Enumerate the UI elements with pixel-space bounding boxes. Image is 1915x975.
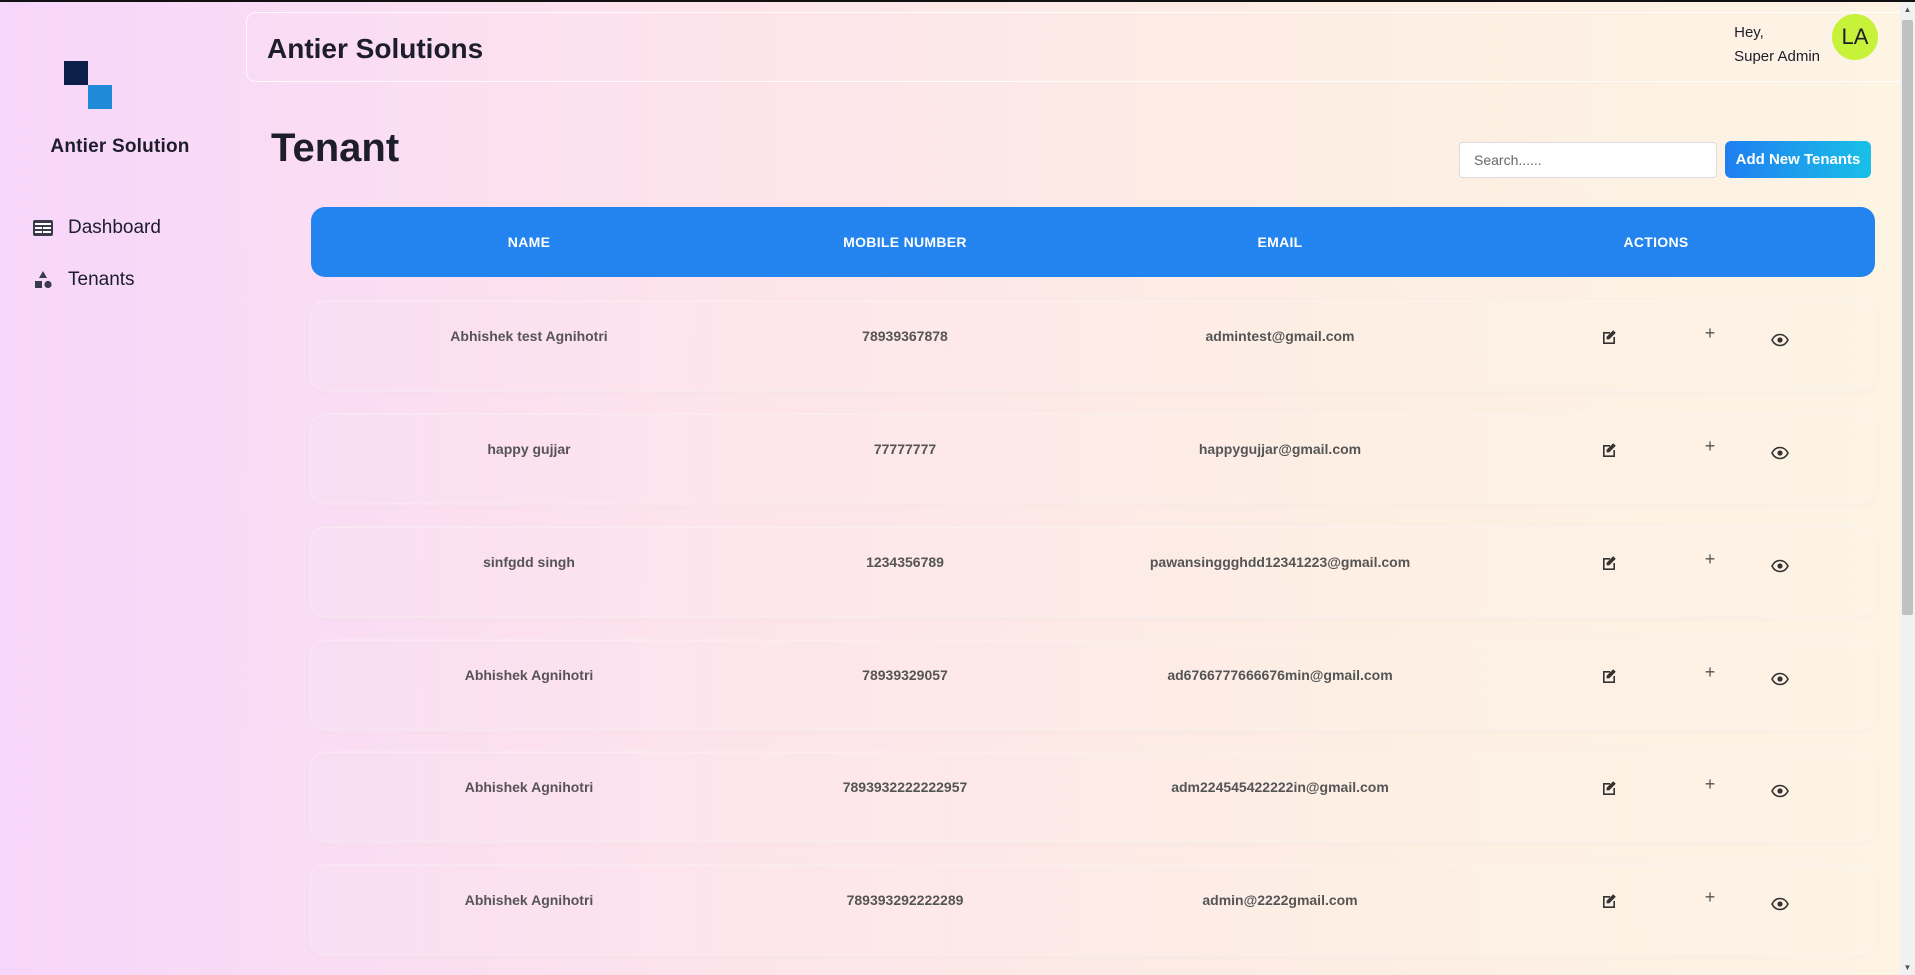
edit-icon[interactable] xyxy=(1600,892,1618,910)
column-header-actions: ACTIONS xyxy=(1623,234,1689,250)
tenant-email: adm224545422222in@gmail.com xyxy=(1171,779,1389,795)
tenant-mobile: 77777777 xyxy=(873,441,937,457)
eye-icon[interactable] xyxy=(1771,331,1789,349)
window-top-border xyxy=(0,0,1915,2)
table-row: Abhishek Agnihotri 7893932222222957 adm2… xyxy=(311,753,1875,841)
plus-icon[interactable]: + xyxy=(1701,663,1719,681)
table-row: happy gujjar 77777777 happygujjar@gmail.… xyxy=(311,415,1875,503)
table-header: NAME MOBILE NUMBER EMAIL ACTIONS xyxy=(311,207,1875,277)
tenant-mobile: 78939329057 xyxy=(862,667,948,683)
avatar[interactable]: LA xyxy=(1832,14,1878,60)
plus-icon[interactable]: + xyxy=(1701,550,1719,568)
column-header-name: NAME xyxy=(507,234,551,250)
tenant-email: pawansinggghdd12341223@gmail.com xyxy=(1149,554,1411,570)
edit-icon[interactable] xyxy=(1600,441,1618,459)
tenant-name: happy gujjar xyxy=(487,441,571,457)
plus-icon[interactable]: + xyxy=(1701,775,1719,793)
brand-name: Antier Solution xyxy=(50,136,190,157)
logo-dark-square xyxy=(64,61,88,85)
sidebar: Antier Solution Dashboard Tenants xyxy=(0,2,240,975)
table-row: sinfgdd singh 1234356789 pawansinggghdd1… xyxy=(311,528,1875,616)
tenant-mobile: 789393292222289 xyxy=(846,892,964,908)
eye-icon[interactable] xyxy=(1771,557,1789,575)
scroll-down-arrow-icon[interactable]: ▼ xyxy=(1900,960,1915,975)
tenant-name: Abhishek Agnihotri xyxy=(464,667,594,683)
edit-icon[interactable] xyxy=(1600,554,1618,572)
eye-icon[interactable] xyxy=(1771,895,1789,913)
tenant-mobile: 78939367878 xyxy=(862,328,948,344)
edit-icon[interactable] xyxy=(1600,667,1618,685)
shapes-icon xyxy=(35,271,52,289)
table-row: Abhishek test Agnihotri 78939367878 admi… xyxy=(311,302,1875,390)
tenant-mobile: 1234356789 xyxy=(866,554,944,570)
column-header-mobile: MOBILE NUMBER xyxy=(843,234,967,250)
edit-icon[interactable] xyxy=(1600,779,1618,797)
sidebar-item-tenants[interactable]: Tenants xyxy=(32,265,135,295)
user-greeting: Hey, Super Admin xyxy=(1734,21,1820,69)
eye-icon[interactable] xyxy=(1771,670,1789,688)
sidebar-item-dashboard[interactable]: Dashboard xyxy=(32,213,161,243)
brand-logo xyxy=(64,61,114,113)
add-new-tenants-button[interactable]: Add New Tenants xyxy=(1725,141,1871,178)
tenant-name: sinfgdd singh xyxy=(483,554,575,570)
header-bar: Antier Solutions Hey, Super Admin xyxy=(246,12,1915,82)
plus-icon[interactable]: + xyxy=(1701,324,1719,342)
eye-icon[interactable] xyxy=(1771,444,1789,462)
tenant-email: admin@2222gmail.com xyxy=(1202,892,1358,908)
eye-icon[interactable] xyxy=(1771,782,1789,800)
plus-icon[interactable]: + xyxy=(1701,888,1719,906)
column-header-email: EMAIL xyxy=(1257,234,1303,250)
tenant-name: Abhishek test Agnihotri xyxy=(450,328,608,344)
page-title: Tenant xyxy=(271,126,400,170)
search-input[interactable] xyxy=(1459,142,1717,178)
tenant-email: ad6766777666676min@gmail.com xyxy=(1167,667,1393,683)
sidebar-item-label: Tenants xyxy=(68,269,135,290)
table-row: Abhishek Agnihotri 78939329057 ad6766777… xyxy=(311,641,1875,729)
logo-blue-square xyxy=(88,85,112,109)
tenant-email: admintest@gmail.com xyxy=(1205,328,1355,344)
page-scrollbar[interactable]: ▲ ▼ xyxy=(1900,2,1915,975)
scroll-up-arrow-icon[interactable]: ▲ xyxy=(1900,2,1915,17)
greeting-text: Hey, xyxy=(1734,24,1764,41)
user-role: Super Admin xyxy=(1734,48,1820,65)
tenant-email: happygujjar@gmail.com xyxy=(1198,441,1362,457)
sidebar-item-label: Dashboard xyxy=(68,217,161,238)
tenant-name: Abhishek Agnihotri xyxy=(464,892,594,908)
scrollbar-thumb[interactable] xyxy=(1902,20,1913,615)
table-row: Abhishek Agnihotri 789393292222289 admin… xyxy=(311,866,1875,954)
plus-icon[interactable]: + xyxy=(1701,437,1719,455)
tenant-name: Abhishek Agnihotri xyxy=(464,779,594,795)
tenant-mobile: 7893932222222957 xyxy=(842,779,968,795)
edit-icon[interactable] xyxy=(1600,328,1618,346)
dashboard-icon xyxy=(33,220,53,236)
app-title: Antier Solutions xyxy=(267,33,484,64)
